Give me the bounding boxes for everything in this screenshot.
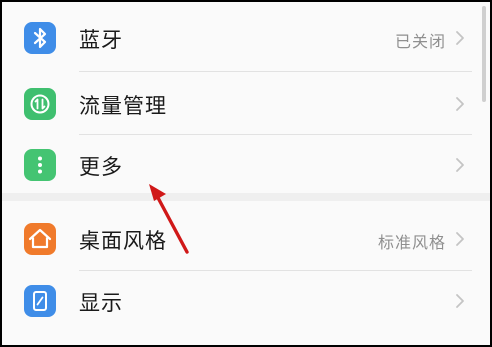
settings-item-bluetooth[interactable]: 蓝牙 已关闭 (2, 6, 490, 70)
scrollbar-thumb[interactable] (482, 6, 486, 102)
settings-group-display: 桌面风格 标准风格 显示 (2, 201, 490, 345)
settings-screen: 蓝牙 已关闭 流量管理 更多 桌面风格 标准风格 显示 (0, 0, 492, 347)
bluetooth-icon (24, 22, 56, 54)
data-usage-icon (24, 88, 56, 120)
chevron-right-icon (456, 158, 464, 172)
settings-item-desktop-style[interactable]: 桌面风格 标准风格 (2, 207, 490, 271)
settings-item-display[interactable]: 显示 (2, 269, 490, 333)
chevron-right-icon (456, 97, 464, 111)
display-icon (24, 285, 56, 317)
settings-group-connectivity: 蓝牙 已关闭 流量管理 更多 (2, 2, 490, 193)
chevron-right-icon (456, 232, 464, 246)
settings-item-label: 显示 (79, 291, 123, 315)
section-separator (2, 193, 490, 201)
settings-item-label: 流量管理 (79, 94, 167, 118)
red-arrow-annotation (149, 184, 189, 254)
chevron-right-icon (456, 294, 464, 308)
home-style-icon (24, 223, 56, 255)
more-dots-icon (24, 149, 56, 181)
settings-item-value: 标准风格 (377, 233, 446, 252)
settings-item-label: 更多 (79, 155, 123, 179)
settings-item-value: 已关闭 (394, 32, 446, 51)
chevron-right-icon (456, 31, 464, 45)
settings-item-more[interactable]: 更多 (2, 133, 490, 197)
settings-item-data-usage[interactable]: 流量管理 (2, 72, 490, 136)
settings-item-label: 蓝牙 (79, 28, 123, 52)
